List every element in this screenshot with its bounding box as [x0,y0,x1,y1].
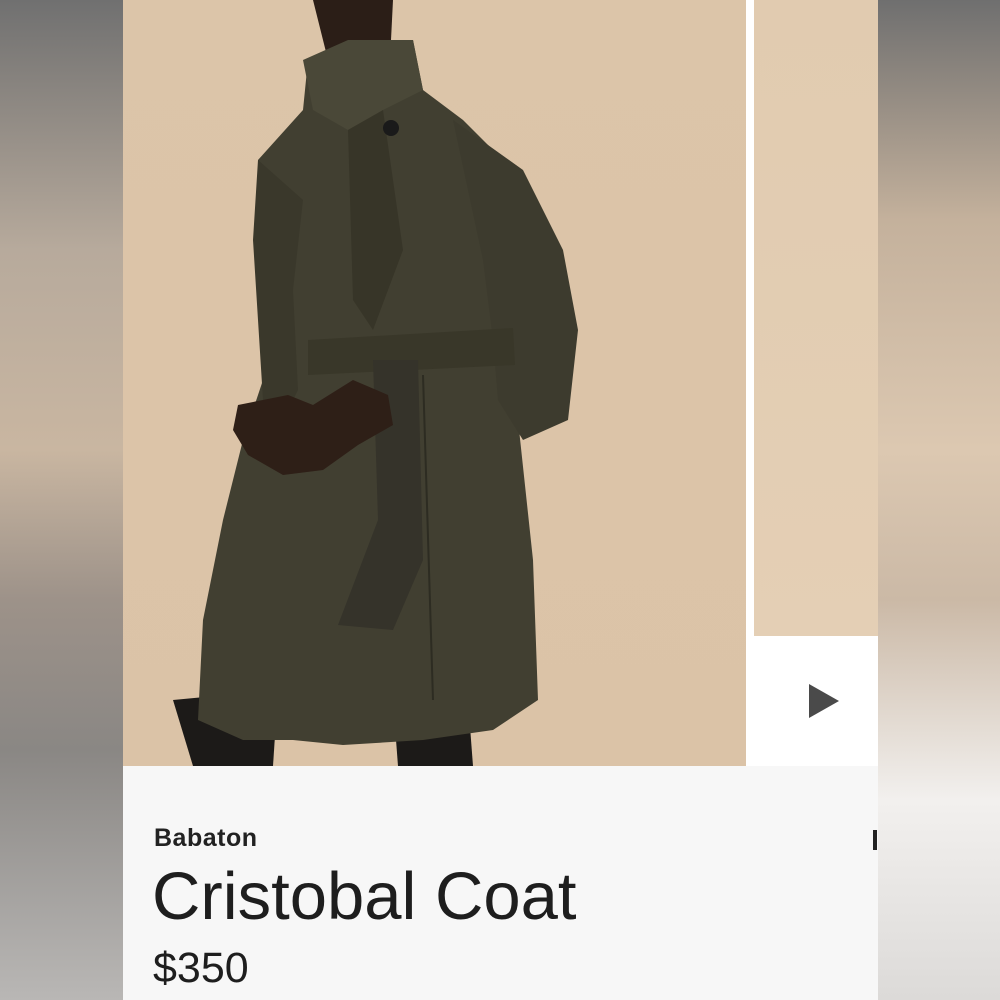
product-screen: Babaton Cristobal Coat $350 [123,0,878,1000]
product-image-next-peek[interactable] [754,0,878,636]
product-price: $350 [153,944,249,992]
product-title: Cristobal Coat [152,859,577,934]
play-arrow-icon[interactable] [809,684,839,718]
next-card-edge [873,830,877,850]
stage: Babaton Cristobal Coat $350 [0,0,1000,1000]
gallery-next-area[interactable] [754,636,878,766]
backdrop-left [0,0,123,1000]
backdrop-right [878,0,1000,1000]
coat-button [383,120,399,136]
model-illustration [173,0,578,766]
product-image-main[interactable] [123,0,746,766]
product-brand: Babaton [154,824,258,852]
product-info-panel: Babaton Cristobal Coat $350 [123,766,878,1000]
